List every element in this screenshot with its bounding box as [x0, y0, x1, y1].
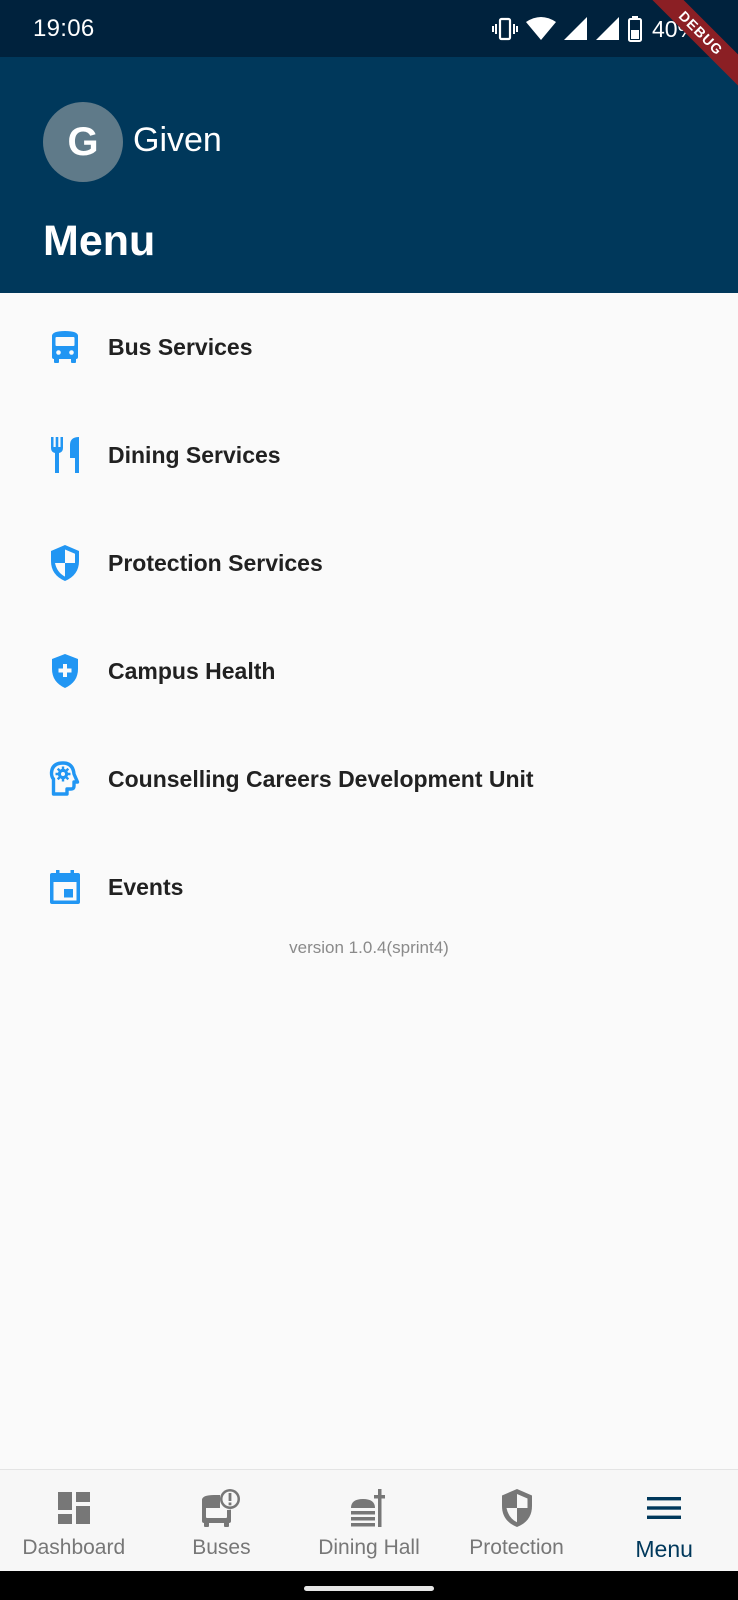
nav-menu[interactable]: Menu — [590, 1470, 738, 1571]
bus-icon — [46, 328, 84, 366]
status-time: 19:06 — [33, 15, 95, 42]
psychology-icon — [46, 760, 84, 798]
menu-item-counselling-careers[interactable]: Counselling Careers Development Unit — [0, 725, 738, 833]
bottom-navigation: Dashboard Buses Dining Hall Protection M… — [0, 1469, 738, 1571]
signal-icon — [563, 17, 587, 40]
nav-label: Menu — [635, 1536, 693, 1562]
restaurant-icon — [46, 436, 84, 474]
nav-dashboard[interactable]: Dashboard — [0, 1470, 148, 1571]
nav-protection[interactable]: Protection — [443, 1470, 591, 1571]
app-header: G Given Menu — [0, 57, 738, 293]
menu-item-bus-services[interactable]: Bus Services — [0, 293, 738, 401]
nav-buses[interactable]: Buses — [148, 1470, 296, 1571]
menu-item-label: Dining Services — [108, 441, 281, 468]
nav-label: Dashboard — [22, 1536, 126, 1559]
menu-item-label: Events — [108, 873, 184, 900]
menu-list: Bus Services Dining Services Protection … — [0, 293, 738, 941]
battery-icon — [627, 16, 642, 42]
health-shield-icon — [46, 652, 84, 690]
menu-item-events[interactable]: Events — [0, 833, 738, 941]
menu-item-label: Bus Services — [108, 333, 253, 360]
page-title: Menu — [43, 217, 156, 265]
nav-label: Protection — [469, 1536, 564, 1559]
menu-item-label: Counselling Careers Development Unit — [108, 765, 534, 792]
menu-item-label: Protection Services — [108, 549, 323, 576]
nav-dining-hall[interactable]: Dining Hall — [295, 1470, 443, 1571]
shield-icon — [500, 1488, 534, 1528]
dining-icon — [348, 1488, 390, 1528]
nav-label: Buses — [192, 1536, 251, 1559]
shield-icon — [46, 544, 84, 582]
home-gesture-handle[interactable] — [304, 1586, 434, 1591]
wifi-icon — [525, 17, 556, 40]
menu-item-protection-services[interactable]: Protection Services — [0, 509, 738, 617]
menu-item-label: Campus Health — [108, 657, 276, 684]
gesture-bar — [0, 1571, 738, 1600]
menu-item-campus-health[interactable]: Campus Health — [0, 617, 738, 725]
dashboard-icon — [57, 1488, 91, 1528]
user-name: Given — [133, 121, 222, 159]
menu-icon — [647, 1488, 682, 1528]
vibrate-icon — [491, 17, 518, 41]
nav-label: Dining Hall — [318, 1536, 420, 1559]
version-text: version 1.0.4(sprint4) — [289, 938, 449, 957]
status-icons: 40% — [491, 14, 698, 44]
avatar[interactable]: G — [43, 102, 123, 182]
calendar-icon — [46, 868, 84, 906]
signal-icon — [595, 17, 619, 40]
menu-item-dining-services[interactable]: Dining Services — [0, 401, 738, 509]
bus-alert-icon — [200, 1488, 242, 1528]
status-bar: 19:06 40% DEBUG — [0, 0, 738, 94]
